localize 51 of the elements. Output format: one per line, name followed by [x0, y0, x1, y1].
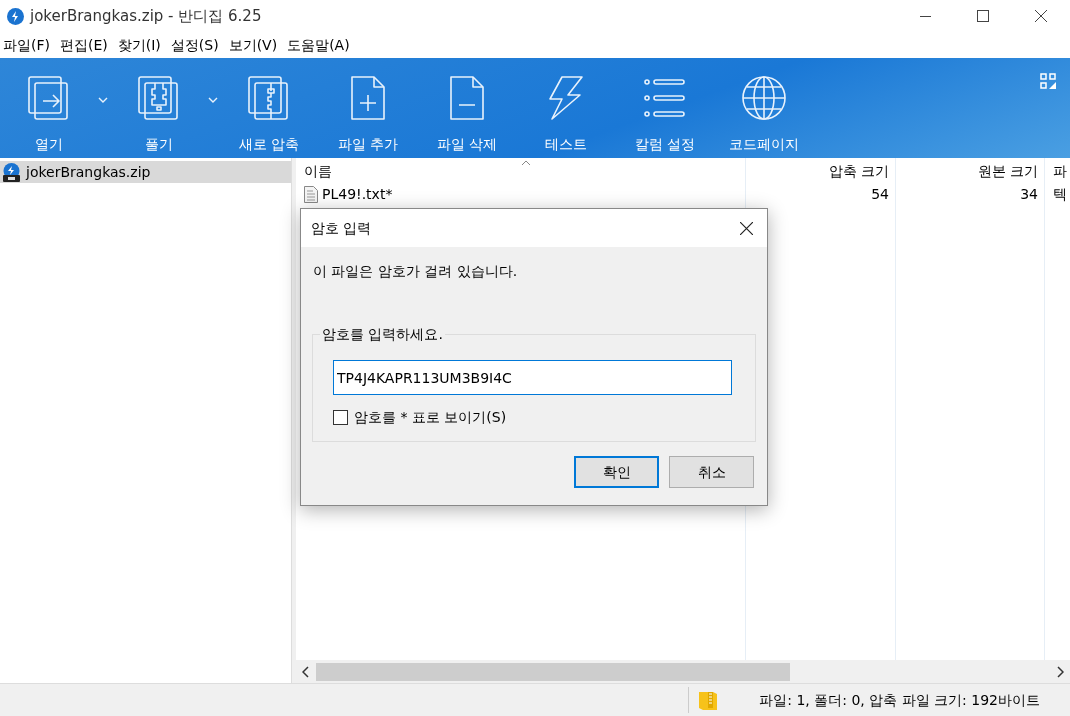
- toolbar-button[interactable]: 풀기: [116, 58, 202, 158]
- toolbar-button[interactable]: 칼럼 설정: [622, 58, 708, 158]
- menu-item[interactable]: 설정(S): [169, 34, 220, 56]
- layout-grid-icon[interactable]: [1040, 73, 1056, 89]
- tree-item[interactable]: jokerBrangkas.zip: [0, 161, 291, 183]
- scrollbar-thumb[interactable]: [316, 662, 790, 681]
- column-header[interactable]: 원본 크기: [896, 158, 1044, 184]
- menu-item[interactable]: 파일(F): [2, 34, 51, 56]
- menu-item[interactable]: 도움말(A): [286, 34, 351, 56]
- table-cell-text: 34: [1019, 184, 1039, 204]
- scroll-left-icon[interactable]: [302, 665, 310, 678]
- menu-item[interactable]: 편집(E): [59, 34, 109, 56]
- table-cell-text: 54: [870, 184, 890, 204]
- menu-item[interactable]: 보기(V): [227, 34, 279, 56]
- horizontal-scrollbar[interactable]: [296, 660, 1070, 683]
- column-header[interactable]: 압축 크기: [746, 158, 895, 184]
- checkbox[interactable]: [333, 410, 348, 425]
- window-title: jokerBrangkas.zip - 반디집 6.25: [30, 5, 262, 27]
- column-header[interactable]: 이름: [296, 158, 745, 184]
- toolbar-button[interactable]: 코드페이지: [721, 58, 807, 158]
- dialog-message: 이 파일은 암호가 걸려 있습니다.: [313, 262, 519, 281]
- lightning-icon: [548, 75, 584, 121]
- sort-caret-icon: [520, 160, 531, 166]
- close-button[interactable]: [739, 221, 753, 235]
- dialog-title: 암호 입력: [311, 218, 372, 238]
- text-file-icon: [304, 185, 318, 203]
- table-cell-text: 텍: [1052, 184, 1068, 204]
- status-text: 파일: 1, 폴더: 0, 압축 파일 크기: 192바이트: [759, 690, 1040, 710]
- document-arrow-icon: [27, 75, 71, 121]
- table-cell: PL49!.txt*: [296, 184, 745, 204]
- scroll-right-icon[interactable]: [1056, 665, 1064, 678]
- app-logo-icon: [7, 7, 24, 25]
- column-header[interactable]: 파: [1045, 158, 1070, 184]
- dialog-button[interactable]: 확인: [574, 456, 659, 488]
- folder-zip-icon: [699, 690, 718, 710]
- dialog-button[interactable]: 취소: [669, 456, 754, 488]
- file-plus-icon: [348, 75, 388, 121]
- toolbar-button[interactable]: 파일 추가: [325, 58, 411, 158]
- globe-icon: [741, 75, 787, 121]
- toolbar-button[interactable]: 새로 압축: [226, 58, 312, 158]
- menu-item[interactable]: 찾기(I): [116, 34, 162, 56]
- toolbar-button[interactable]: 테스트: [523, 58, 609, 158]
- show-stars-checkbox[interactable]: 암호를 * 표로 보이기(S): [333, 407, 507, 428]
- zipper-icon: [137, 75, 181, 121]
- file-minus-icon: [447, 75, 487, 121]
- close-icon: [1035, 10, 1047, 22]
- toolbar-button[interactable]: 파일 삭제: [424, 58, 510, 158]
- password-field[interactable]: TP4J4KAPR113UM3B9I4C: [333, 360, 732, 395]
- zipper-document-icon: [247, 75, 291, 121]
- maximize-icon: [977, 10, 989, 22]
- toolbar-button[interactable]: 열기: [6, 58, 92, 158]
